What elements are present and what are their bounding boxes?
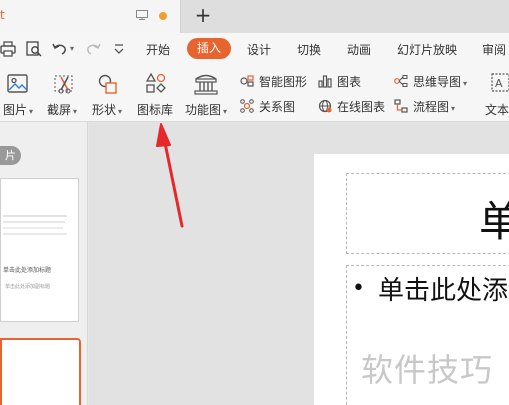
relation-chart-icon — [240, 99, 254, 113]
print-icon[interactable] — [0, 40, 18, 58]
slide-body-text: 单击此处添 — [378, 276, 509, 306]
mindmap-button[interactable]: 思维导图 ▾ — [394, 71, 474, 91]
screenshot-icon — [54, 75, 73, 94]
chart-button[interactable]: 图表 — [318, 71, 388, 91]
picture-icon — [7, 74, 28, 93]
slides-panel-tab[interactable]: 片 — [0, 146, 21, 165]
menu-transition[interactable]: 切换 — [297, 41, 321, 58]
tab-title: t — [0, 8, 5, 22]
textbox-icon: A — [491, 73, 509, 92]
textbox-button[interactable]: A 文本 — [482, 65, 509, 122]
thumbnail-title: 单击此处添加标题 — [3, 267, 52, 274]
shapes-icon — [98, 74, 117, 94]
menu-review[interactable]: 审阅 — [482, 41, 506, 58]
function-chart-button[interactable]: 功能图 ▾ — [182, 65, 232, 122]
menu-home[interactable]: 开始 — [146, 41, 170, 58]
undo-icon[interactable] — [51, 40, 69, 58]
bullet-icon: • — [352, 276, 365, 301]
relation-chart-button[interactable]: 关系图 — [240, 96, 312, 116]
thumbnail-decoration — [3, 215, 67, 217]
icon-library-icon — [145, 72, 166, 93]
mindmap-icon — [394, 75, 408, 87]
monitor-icon[interactable] — [136, 10, 148, 20]
redo-icon[interactable] — [84, 40, 102, 58]
smartart-button[interactable]: 智能图形 — [240, 71, 312, 91]
textbox-label: 文本 — [485, 103, 509, 117]
document-tab[interactable]: t — [0, 0, 181, 33]
flowchart-label: 流程图 ▾ — [413, 100, 456, 114]
smartart-label: 智能图形 — [259, 75, 308, 89]
smartart-icon — [240, 75, 254, 87]
ribbon-toolbar: 图片 ▾ 截屏 ▾ 形状 ▾ 图标库 功能图 ▾ 智能图形 关系图 图表 在线图表 思维… — [0, 65, 509, 122]
undo-dropdown-icon[interactable]: ▾ — [70, 44, 74, 53]
mindmap-label: 思维导图 ▾ — [413, 75, 468, 89]
thumbnail-decoration — [3, 221, 65, 223]
flowchart-button[interactable]: 流程图 ▾ — [394, 96, 474, 116]
menu-design[interactable]: 设计 — [247, 41, 271, 58]
relation-chart-label: 关系图 — [259, 100, 296, 114]
watermark-text: 软件技巧 — [361, 351, 494, 389]
online-chart-label: 在线图表 — [337, 100, 386, 114]
menu-insert[interactable]: 插入 — [187, 38, 231, 59]
chart-icon — [318, 75, 332, 88]
new-tab-button[interactable]: + — [192, 4, 214, 28]
online-chart-icon — [318, 99, 332, 113]
shapes-button[interactable]: 形状 ▾ — [88, 65, 130, 122]
unsaved-dot-icon — [159, 12, 167, 20]
print-preview-icon[interactable] — [25, 40, 43, 58]
title-bar: t + — [0, 0, 509, 33]
menu-bar: ▾ 开始 插入 设计 切换 动画 幻灯片放映 审阅 — [0, 33, 509, 65]
menu-slideshow[interactable]: 幻灯片放映 — [397, 41, 457, 58]
thumbnail-decoration — [3, 233, 67, 235]
function-chart-label: 功能图 ▾ — [185, 103, 228, 117]
quick-access-more-icon[interactable] — [110, 40, 128, 58]
menu-animation[interactable]: 动画 — [347, 41, 371, 58]
screenshot-button[interactable]: 截屏 ▾ — [44, 65, 86, 122]
icon-library-label: 图标库 — [137, 103, 174, 117]
function-chart-icon — [194, 74, 218, 95]
flowchart-icon — [394, 99, 408, 113]
thumbnail-decoration — [3, 227, 63, 229]
icon-library-button[interactable]: 图标库 — [134, 65, 178, 122]
slide-thumbnail-1[interactable]: 单击此处添加标题 单击此处添加副标题 — [0, 178, 79, 322]
slide-thumbnail-2-selected[interactable] — [0, 338, 81, 405]
shapes-label: 形状 ▾ — [92, 103, 123, 117]
picture-label: 图片 ▾ — [3, 103, 34, 117]
chart-label: 图表 — [337, 75, 362, 89]
thumbnail-subtitle: 单击此处添加副标题 — [5, 284, 51, 290]
picture-button[interactable]: 图片 ▾ — [0, 65, 42, 122]
svg-text:A: A — [495, 77, 503, 90]
online-chart-button[interactable]: 在线图表 — [318, 96, 388, 116]
slide-title-text: 单 — [479, 197, 509, 246]
screenshot-label: 截屏 ▾ — [47, 103, 78, 117]
